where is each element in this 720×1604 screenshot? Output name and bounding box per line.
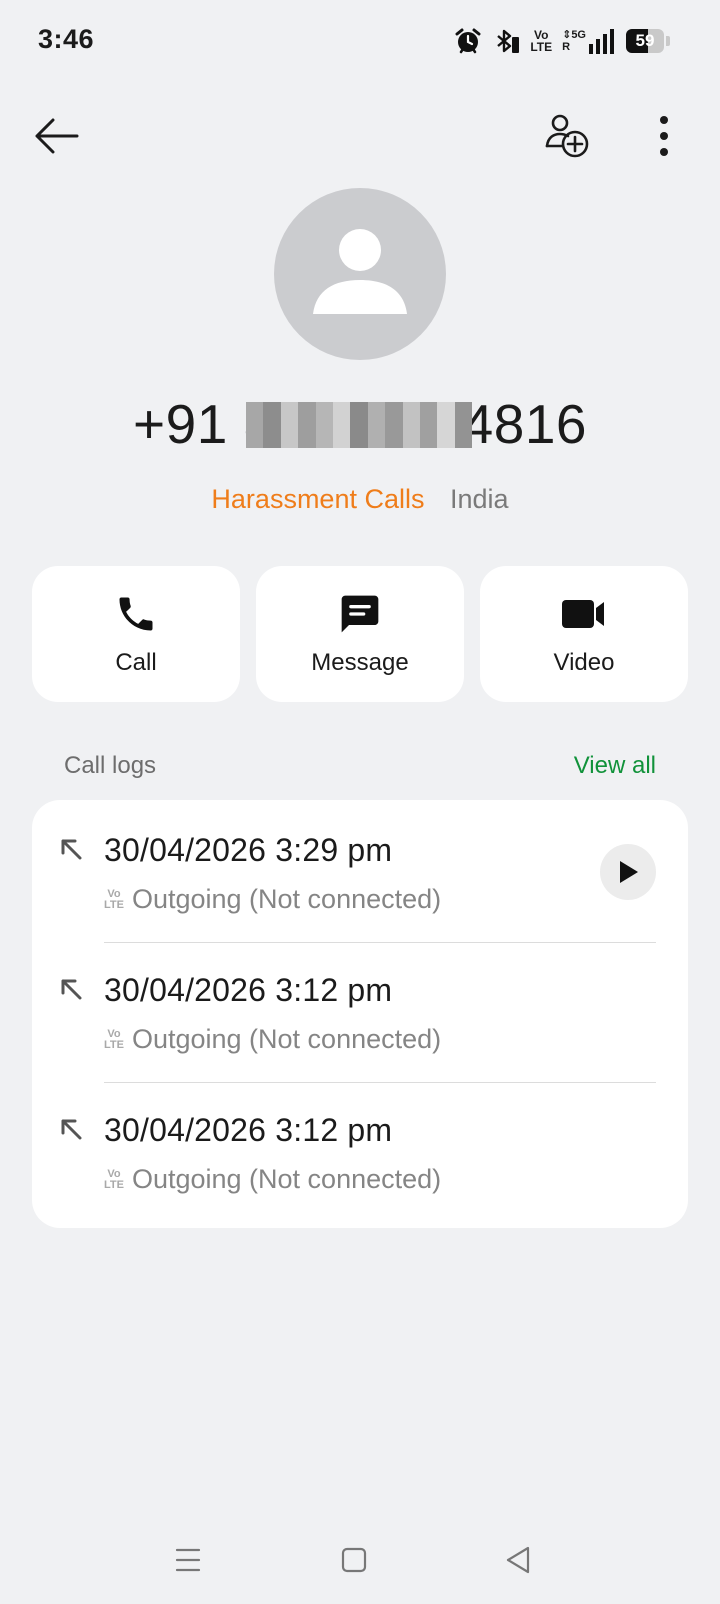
roaming-icon: R	[562, 41, 571, 53]
video-camera-icon	[562, 600, 604, 628]
call-logs-title: Call logs	[64, 752, 157, 779]
more-options-button[interactable]	[632, 104, 696, 168]
message-button[interactable]: Message	[256, 566, 464, 702]
call-log-item[interactable]: 30/04/2026 3:29 pm Vo LTE Outgoing (Not c…	[32, 800, 688, 940]
volte-icon: Vo LTE	[104, 1027, 124, 1051]
recent-apps-button[interactable]	[166, 1538, 210, 1582]
back-triangle-icon	[506, 1546, 530, 1574]
bluetooth-icon	[497, 29, 520, 53]
alarm-icon	[455, 28, 481, 54]
call-logs-card: 30/04/2026 3:29 pm Vo LTE Outgoing (Not c…	[32, 800, 688, 1228]
battery-level: 59	[635, 31, 655, 50]
phone-number-suffix: 4816	[462, 393, 588, 455]
message-label: Message	[311, 649, 409, 676]
network-indicator: ⇕5G R	[562, 28, 616, 54]
battery-icon: 59	[626, 29, 670, 53]
call-log-datetime: 30/04/2026 3:12 pm	[104, 1112, 393, 1148]
add-contact-button[interactable]	[536, 104, 600, 168]
system-back-button[interactable]	[496, 1538, 540, 1582]
call-log-status: Outgoing (Not connected)	[131, 1164, 442, 1194]
video-label: Video	[553, 649, 615, 676]
home-square-icon	[341, 1547, 367, 1573]
outgoing-call-icon	[61, 839, 82, 860]
call-log-status: Outgoing (Not connected)	[131, 884, 442, 914]
call-log-datetime: 30/04/2026 3:12 pm	[104, 972, 393, 1008]
home-button[interactable]	[332, 1538, 376, 1582]
menu-icon	[175, 1548, 201, 1572]
data-arrows-icon: ⇕5G	[562, 29, 586, 41]
volte-icon: Vo LTE	[104, 887, 124, 911]
arrow-left-icon	[35, 118, 79, 154]
message-icon	[341, 595, 379, 633]
outgoing-call-icon	[61, 979, 82, 1000]
contact-tags: Harassment Calls India	[0, 484, 720, 515]
status-bar: 3:46 Vo LTE ⇕5G R 59	[0, 0, 720, 84]
phone-icon	[119, 597, 153, 631]
person-add-icon	[545, 114, 589, 158]
call-label: Call	[115, 649, 157, 676]
navigation-bar	[0, 1524, 720, 1596]
country-label: India	[450, 484, 509, 514]
signal-icon	[589, 29, 614, 54]
call-log-datetime: 30/04/2026 3:29 pm	[104, 832, 393, 868]
call-button[interactable]: Call	[32, 566, 240, 702]
volte-icon: Vo LTE	[104, 1167, 124, 1191]
back-button[interactable]	[24, 104, 88, 168]
play-icon	[620, 861, 638, 883]
action-buttons: Call Message Video	[32, 566, 688, 702]
outgoing-call-icon	[61, 1119, 82, 1140]
call-log-status: Outgoing (Not connected)	[131, 1024, 442, 1054]
status-icons: Vo LTE ⇕5G R 59	[454, 24, 670, 58]
play-recording-button[interactable]	[600, 844, 656, 900]
call-log-item[interactable]: 30/04/2026 3:12 pm Vo LTE Outgoing (Not c…	[32, 1080, 688, 1220]
person-icon	[313, 229, 407, 314]
spam-tag: Harassment Calls	[211, 484, 425, 514]
avatar	[274, 188, 446, 360]
status-time: 3:46	[38, 24, 95, 54]
call-log-item[interactable]: 30/04/2026 3:12 pm Vo LTE Outgoing (Not c…	[32, 940, 688, 1080]
number-redaction	[246, 402, 473, 448]
call-logs-header: Call logs View all	[64, 752, 656, 780]
volte-icon: Vo LTE	[530, 28, 553, 54]
video-button[interactable]: Video	[480, 566, 688, 702]
view-all-link[interactable]: View all	[574, 752, 656, 780]
more-vertical-icon	[660, 116, 668, 156]
